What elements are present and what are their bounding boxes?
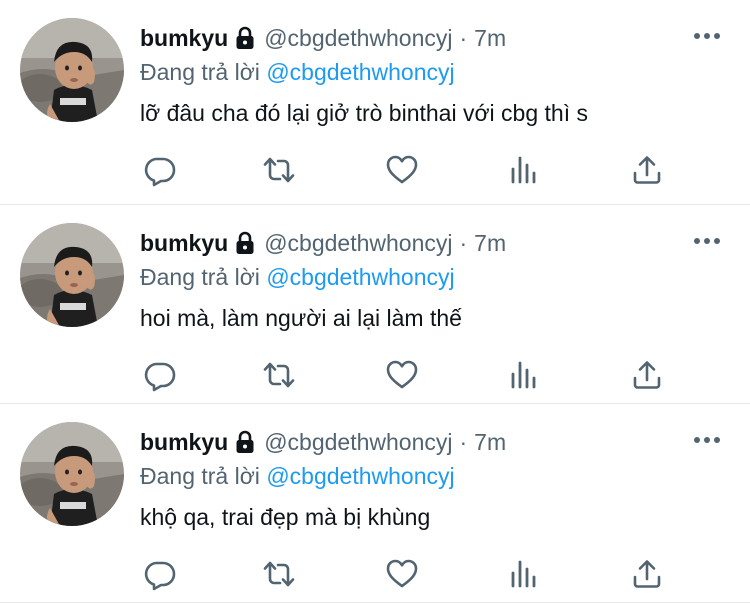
replying-to-label: Đang trả lời	[140, 59, 260, 85]
display-name[interactable]: bumkyu	[140, 22, 228, 54]
share-icon[interactable]	[627, 150, 667, 190]
replying-to-label: Đang trả lời	[140, 463, 260, 489]
tweet-text: khộ qa, trai đẹp mà bị khùng	[140, 504, 431, 530]
separator-dot: ·	[459, 230, 468, 256]
avatar[interactable]	[20, 18, 124, 122]
avatar[interactable]	[20, 223, 124, 327]
like-icon[interactable]	[382, 554, 422, 594]
like-icon[interactable]	[382, 355, 422, 395]
replying-to-label: Đang trả lời	[140, 264, 260, 290]
action-bar	[140, 355, 680, 395]
tweet-header: bumkyu @cbgdethwhoncyj · 7m	[140, 22, 506, 54]
tweet[interactable]: bumkyu @cbgdethwhoncyj · 7m Đang trả lời…	[0, 205, 750, 404]
views-icon[interactable]	[504, 554, 544, 594]
share-icon[interactable]	[627, 554, 667, 594]
timestamp[interactable]: 7m	[474, 227, 506, 259]
action-bar	[140, 554, 680, 594]
reply-icon[interactable]	[140, 150, 180, 190]
like-icon[interactable]	[382, 150, 422, 190]
tweet[interactable]: bumkyu @cbgdethwhoncyj · 7m Đang trả lời…	[0, 404, 750, 603]
separator-dot: ·	[459, 429, 468, 455]
tweet-text: hoi mà, làm người ai lại làm thế	[140, 305, 462, 331]
replying-to: Đang trả lời @cbgdethwhoncyj	[140, 56, 455, 88]
retweet-icon[interactable]	[259, 150, 299, 190]
tweet-header: bumkyu @cbgdethwhoncyj · 7m	[140, 227, 506, 259]
lock-icon	[234, 26, 256, 50]
share-icon[interactable]	[627, 355, 667, 395]
views-icon[interactable]	[504, 355, 544, 395]
user-handle[interactable]: @cbgdethwhoncyj	[264, 227, 452, 259]
user-handle[interactable]: @cbgdethwhoncyj	[264, 426, 452, 458]
more-icon[interactable]	[692, 24, 722, 48]
tweet-header: bumkyu @cbgdethwhoncyj · 7m	[140, 426, 506, 458]
replying-to: Đang trả lời @cbgdethwhoncyj	[140, 460, 455, 492]
retweet-icon[interactable]	[259, 355, 299, 395]
replying-to-handle-link[interactable]: @cbgdethwhoncyj	[266, 59, 454, 85]
replying-to: Đang trả lời @cbgdethwhoncyj	[140, 261, 455, 293]
timestamp[interactable]: 7m	[474, 426, 506, 458]
replying-to-handle-link[interactable]: @cbgdethwhoncyj	[266, 463, 454, 489]
reply-icon[interactable]	[140, 355, 180, 395]
separator-dot: ·	[459, 25, 468, 51]
tweet-text: lỡ đâu cha đó lại giở trò binthai với cb…	[140, 100, 588, 126]
more-icon[interactable]	[692, 229, 722, 253]
avatar[interactable]	[20, 422, 124, 526]
more-icon[interactable]	[692, 428, 722, 452]
replying-to-handle-link[interactable]: @cbgdethwhoncyj	[266, 264, 454, 290]
timestamp[interactable]: 7m	[474, 22, 506, 54]
tweet[interactable]: bumkyu @cbgdethwhoncyj · 7m Đang trả lời…	[0, 0, 750, 205]
display-name[interactable]: bumkyu	[140, 227, 228, 259]
lock-icon	[234, 430, 256, 454]
display-name[interactable]: bumkyu	[140, 426, 228, 458]
retweet-icon[interactable]	[259, 554, 299, 594]
reply-icon[interactable]	[140, 554, 180, 594]
action-bar	[140, 150, 680, 190]
user-handle[interactable]: @cbgdethwhoncyj	[264, 22, 452, 54]
timeline: bumkyu @cbgdethwhoncyj · 7m Đang trả lời…	[0, 0, 750, 603]
views-icon[interactable]	[504, 150, 544, 190]
lock-icon	[234, 231, 256, 255]
